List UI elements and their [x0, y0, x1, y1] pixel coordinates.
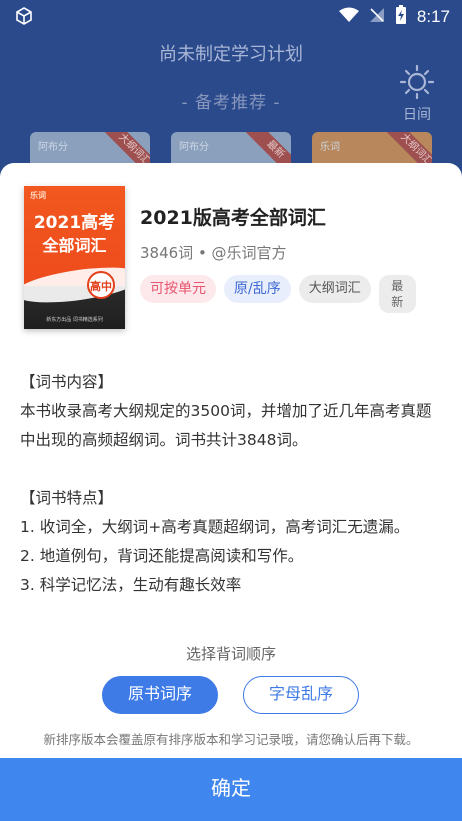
tag-syllabus: 大纲词汇	[298, 275, 371, 303]
description-content: 本书收录高考大纲规定的3500词，并增加了近几年高考真题中出现的高频超纲词。词书…	[20, 402, 432, 449]
clock-time: 8:17	[416, 7, 450, 26]
cover-title-line2: 全部词汇	[42, 236, 107, 255]
feature-item: 1. 收词全，大纲词+高考真题超纲词，高考词汇无遗漏。	[20, 518, 410, 536]
description-heading-content: 【词书内容】	[20, 373, 114, 391]
confirm-button[interactable]: 确定	[0, 758, 462, 821]
shuffled-order-button[interactable]: 字母乱序	[243, 676, 359, 714]
battery-charging-icon	[395, 5, 407, 29]
cover-title-line1: 2021高考	[33, 213, 116, 233]
book-detail-sheet: 乐词 2021高考 全部词汇 高中 新东方出品 词书精选系列 2021版高考全部…	[0, 163, 462, 821]
order-selection-panel: 选择背词顺序 原书词序 字母乱序 新排序版本会覆盖原有排序版本和学习记录哦，请您…	[0, 614, 462, 821]
card-brand: 乐词	[320, 142, 340, 153]
description-heading-features: 【词书特点】	[20, 489, 114, 507]
original-order-button[interactable]: 原书词序	[102, 676, 218, 714]
tag-order: 原/乱序	[224, 275, 291, 303]
book-cover: 乐词 2021高考 全部词汇 高中 新东方出品 词书精选系列	[24, 186, 125, 329]
book-meta: 3846词 • @乐词官方	[140, 244, 287, 262]
cover-brand: 乐词	[30, 191, 46, 200]
order-panel-title: 选择背词顺序	[185, 645, 276, 663]
tag-unit: 可按单元	[140, 275, 216, 303]
cover-level-badge: 高中	[87, 271, 115, 299]
tag-latest-line2: 新	[391, 295, 404, 309]
wifi-icon	[338, 7, 359, 27]
plan-status-title: 尚未制定学习计划	[159, 44, 303, 65]
cover-footer: 新东方出品 词书精选系列	[46, 317, 103, 323]
overwrite-warning-note: 新排序版本会覆盖原有排序版本和学习记录哦，请您确认后再下载。	[43, 732, 419, 747]
tag-latest-line1: 最	[391, 279, 404, 293]
card-brand: 阿布分	[179, 142, 209, 153]
book-description: 【词书内容】 本书收录高考大纲规定的3500词，并增加了近几年高考真题中出现的高…	[20, 368, 444, 600]
cube-icon	[14, 6, 34, 26]
card-brand: 阿布分	[38, 142, 68, 153]
status-bar: 8:17	[0, 0, 462, 32]
feature-item: 2. 地道例句，背词还能提高阅读和写作。	[20, 547, 304, 565]
book-tags: 可按单元 原/乱序 大纲词汇 最 新	[140, 275, 416, 313]
tag-latest: 最 新	[378, 275, 416, 313]
signal-off-icon	[369, 7, 385, 27]
daytime-mode-label[interactable]: 日间	[392, 104, 442, 124]
feature-item: 3. 科学记忆法，生动有趣长效率	[20, 576, 242, 594]
book-title: 2021版高考全部词汇	[140, 207, 326, 229]
sun-icon[interactable]	[398, 64, 436, 100]
